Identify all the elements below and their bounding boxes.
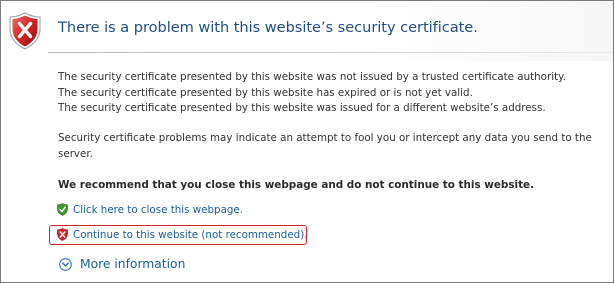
red-shield-x-icon: [9, 12, 41, 50]
green-shield-check-icon: [57, 203, 68, 216]
error-line-untrusted: The security certificate presented by th…: [58, 71, 567, 83]
more-information-label[interactable]: More information: [80, 257, 185, 271]
recommendation-text: We recommend that you close this webpage…: [58, 179, 535, 191]
error-line-mismatch: The security certificate presented by th…: [58, 102, 546, 114]
error-line-expired: The security certificate presented by th…: [58, 87, 473, 99]
title-divider: [48, 52, 613, 53]
circle-chevron-down-icon: [59, 258, 72, 271]
page-title: There is a problem with this website’s s…: [58, 19, 478, 36]
certificate-error-page: There is a problem with this website’s s…: [0, 0, 614, 283]
close-webpage-label[interactable]: Click here to close this webpage.: [73, 204, 243, 216]
continue-to-website-label[interactable]: Continue to this website (not recommende…: [73, 229, 308, 241]
red-shield-x-icon: [57, 228, 68, 241]
warning-text-line2: server.: [58, 148, 93, 160]
warning-text-line1: Security certificate problems may indica…: [58, 132, 592, 144]
